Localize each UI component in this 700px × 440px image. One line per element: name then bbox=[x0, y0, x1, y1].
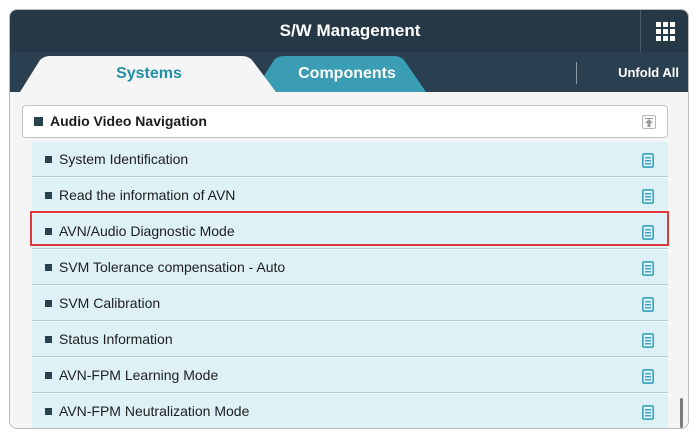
collapse-arrow-icon bbox=[645, 118, 653, 127]
tab-systems[interactable]: Systems bbox=[20, 52, 278, 92]
bullet-icon bbox=[45, 300, 52, 307]
list-item[interactable]: SVM Calibration bbox=[32, 286, 668, 321]
grid-icon bbox=[656, 21, 675, 41]
document-icon[interactable] bbox=[642, 405, 654, 420]
bullet-icon bbox=[45, 372, 52, 379]
bullet-icon bbox=[45, 228, 52, 235]
list-item[interactable]: AVN-FPM Learning Mode bbox=[32, 358, 668, 393]
document-icon[interactable] bbox=[642, 333, 654, 348]
list-item-label: Status Information bbox=[59, 331, 173, 347]
group-title: Audio Video Navigation bbox=[50, 113, 207, 129]
function-list: System Identification Read the informati… bbox=[32, 142, 668, 428]
bullet-icon bbox=[34, 117, 43, 126]
list-item-label: AVN-FPM Neutralization Mode bbox=[59, 403, 250, 419]
bullet-icon bbox=[45, 264, 52, 271]
bullet-icon bbox=[45, 336, 52, 343]
document-icon[interactable] bbox=[642, 297, 654, 312]
document-icon[interactable] bbox=[642, 189, 654, 204]
group-header-avn[interactable]: Audio Video Navigation bbox=[22, 105, 668, 138]
bullet-icon bbox=[45, 192, 52, 199]
window-title: S/W Management bbox=[279, 21, 421, 40]
bullet-icon bbox=[45, 156, 52, 163]
title-bar: S/W Management bbox=[10, 10, 688, 52]
list-item-label: SVM Calibration bbox=[59, 295, 161, 311]
list-item-label: AVN/Audio Diagnostic Mode bbox=[59, 223, 235, 239]
collapse-up-icon[interactable] bbox=[642, 115, 656, 129]
list-item[interactable]: AVN/Audio Diagnostic Mode bbox=[32, 214, 668, 249]
tab-systems-label: Systems bbox=[116, 65, 182, 82]
bullet-icon bbox=[45, 408, 52, 415]
list-item[interactable]: System Identification bbox=[32, 142, 668, 177]
list-item-label: Read the information of AVN bbox=[59, 187, 236, 203]
list-item[interactable]: SVM Tolerance compensation - Auto bbox=[32, 250, 668, 285]
list-item[interactable]: AVN-FPM Neutralization Mode bbox=[32, 394, 668, 428]
system-tree: Audio Video Navigation System Identifica… bbox=[10, 92, 688, 428]
app-window: S/W Management Components Systems Unfold… bbox=[9, 9, 689, 429]
menu-button[interactable] bbox=[640, 10, 688, 52]
document-icon[interactable] bbox=[642, 369, 654, 384]
scrollbar[interactable] bbox=[680, 398, 683, 428]
list-item-label: AVN-FPM Learning Mode bbox=[59, 367, 219, 383]
list-item[interactable]: Status Information bbox=[32, 322, 668, 357]
tab-bar: Components Systems Unfold All bbox=[10, 52, 688, 92]
tab-components-label: Components bbox=[298, 65, 396, 82]
list-item-label: SVM Tolerance compensation - Auto bbox=[59, 259, 286, 275]
document-icon[interactable] bbox=[642, 261, 654, 276]
document-icon[interactable] bbox=[642, 225, 654, 240]
unfold-all-button[interactable]: Unfold All bbox=[576, 62, 688, 84]
list-item-label: System Identification bbox=[59, 151, 189, 167]
tab-components[interactable]: Components bbox=[254, 52, 430, 92]
document-icon[interactable] bbox=[642, 153, 654, 168]
list-item[interactable]: Read the information of AVN bbox=[32, 178, 668, 213]
